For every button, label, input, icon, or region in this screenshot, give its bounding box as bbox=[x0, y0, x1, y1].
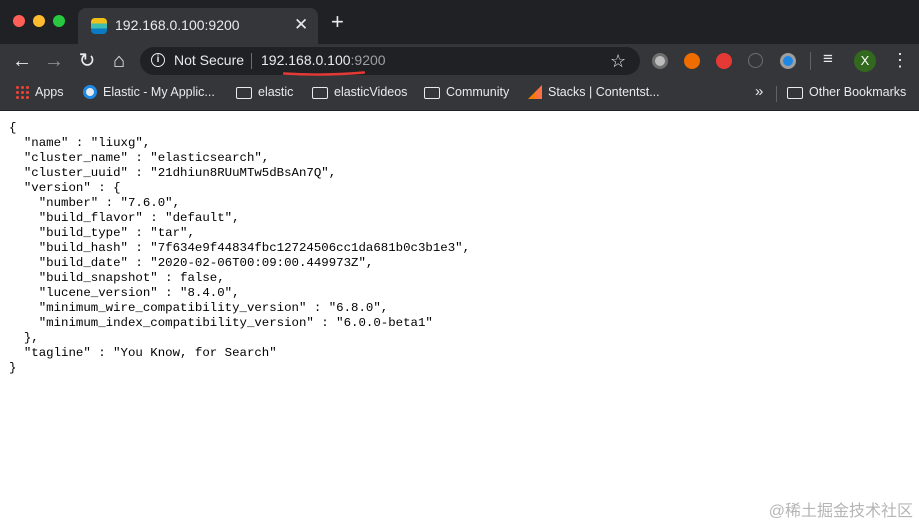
extension-info-icon[interactable] bbox=[748, 53, 763, 68]
media-queue-icon[interactable]: ≡ bbox=[823, 49, 833, 69]
folder-icon bbox=[424, 87, 440, 99]
window-maximize-button[interactable] bbox=[53, 15, 65, 27]
json-line: "number" : "7.6.0", bbox=[9, 196, 181, 210]
omnibox-divider bbox=[251, 53, 252, 69]
bookmarks-divider bbox=[776, 86, 777, 102]
url-host: 192.168.0.100 bbox=[261, 52, 351, 68]
json-line: "cluster_name" : "elasticsearch", bbox=[9, 151, 270, 165]
bookmark-label: Elastic - My Applic... bbox=[103, 85, 215, 99]
extension-record-icon[interactable] bbox=[652, 53, 668, 69]
window-minimize-button[interactable] bbox=[33, 15, 45, 27]
bookmark-folder-elastic[interactable]: elastic bbox=[236, 85, 293, 99]
watermark: @稀土掘金技术社区 bbox=[768, 503, 913, 520]
bookmarks-bar: Apps Elastic - My Applic... elastic elas… bbox=[0, 78, 919, 111]
bookmark-label: elasticVideos bbox=[334, 85, 408, 99]
more-menu-icon[interactable]: ⋮ bbox=[891, 48, 909, 72]
info-icon[interactable]: i bbox=[151, 53, 165, 67]
close-tab-icon[interactable]: ✕ bbox=[294, 15, 308, 35]
json-response-body: { "name" : "liuxg", "cluster_name" : "el… bbox=[9, 121, 470, 376]
json-line: { bbox=[9, 121, 17, 135]
folder-icon bbox=[312, 87, 328, 99]
json-line: "build_type" : "tar", bbox=[9, 226, 195, 240]
json-line: "lucene_version" : "8.4.0", bbox=[9, 286, 240, 300]
json-line: "version" : { bbox=[9, 181, 121, 195]
json-line: "tagline" : "You Know, for Search" bbox=[9, 346, 277, 360]
browser-tab[interactable]: 192.168.0.100:9200 ✕ bbox=[78, 8, 318, 44]
new-tab-button[interactable]: + bbox=[331, 11, 344, 33]
window-close-button[interactable] bbox=[13, 15, 25, 27]
browser-toolbar: ← → ↻ ⌂ i Not Secure 192.168.0.100:9200 … bbox=[0, 44, 919, 78]
extension-orange-icon[interactable] bbox=[684, 53, 700, 69]
bookmark-other[interactable]: Other Bookmarks bbox=[787, 85, 906, 99]
bookmark-label: Other Bookmarks bbox=[809, 85, 907, 99]
folder-icon bbox=[236, 87, 252, 99]
bookmark-elastic-app[interactable]: Elastic - My Applic... bbox=[83, 85, 215, 99]
json-line: "cluster_uuid" : "21dhiun8RUuMTw5dBsAn7Q… bbox=[9, 166, 337, 180]
extension-hand-icon[interactable] bbox=[716, 53, 732, 69]
json-line: "build_date" : "2020-02-06T00:09:00.4499… bbox=[9, 256, 374, 270]
url-port: :9200 bbox=[350, 52, 386, 68]
json-line: "build_flavor" : "default", bbox=[9, 211, 240, 225]
bookmark-contentstack[interactable]: Stacks | Contentst... bbox=[528, 85, 660, 99]
back-button[interactable]: ← bbox=[9, 48, 35, 74]
json-line: "build_snapshot" : false, bbox=[9, 271, 225, 285]
toolbar-divider bbox=[810, 52, 811, 70]
json-line: }, bbox=[9, 331, 39, 345]
profile-avatar[interactable]: X bbox=[854, 50, 876, 72]
bookmark-folder-elasticvideos[interactable]: elasticVideos bbox=[312, 85, 407, 99]
json-line: "build_hash" : "7f634e9f44834fbc12724506… bbox=[9, 241, 471, 255]
home-button[interactable]: ⌂ bbox=[106, 48, 132, 74]
json-line: "name" : "liuxg", bbox=[9, 136, 151, 150]
extension-blue-icon[interactable] bbox=[780, 53, 796, 69]
json-line: "minimum_index_compatibility_version" : … bbox=[9, 316, 433, 330]
security-status[interactable]: Not Secure bbox=[174, 52, 244, 68]
elastic-icon bbox=[83, 85, 97, 99]
reload-button[interactable]: ↻ bbox=[74, 48, 100, 74]
forward-button[interactable]: → bbox=[41, 48, 67, 74]
json-line: "minimum_wire_compatibility_version" : "… bbox=[9, 301, 389, 315]
contentstack-icon bbox=[528, 85, 542, 99]
elastic-favicon-icon bbox=[91, 18, 107, 34]
folder-icon bbox=[787, 87, 803, 99]
apps-grid-icon bbox=[15, 85, 29, 99]
bookmark-star-icon[interactable]: ☆ bbox=[610, 49, 626, 73]
bookmark-label: Apps bbox=[35, 85, 64, 99]
url-text[interactable]: 192.168.0.100:9200 bbox=[261, 52, 386, 68]
bookmark-folder-community[interactable]: Community bbox=[424, 85, 509, 99]
address-bar[interactable]: i Not Secure 192.168.0.100:9200 ☆ bbox=[140, 47, 640, 76]
tab-strip: 192.168.0.100:9200 ✕ + bbox=[0, 0, 919, 44]
bookmark-apps[interactable]: Apps bbox=[15, 85, 64, 99]
bookmark-label: Community bbox=[446, 85, 510, 99]
bookmarks-overflow-icon[interactable]: » bbox=[755, 83, 763, 100]
bookmark-label: Stacks | Contentst... bbox=[548, 85, 660, 99]
red-underline-annotation bbox=[283, 71, 365, 76]
json-line: } bbox=[9, 361, 17, 375]
tab-title: 192.168.0.100:9200 bbox=[115, 17, 240, 33]
bookmark-label: elastic bbox=[258, 85, 294, 99]
